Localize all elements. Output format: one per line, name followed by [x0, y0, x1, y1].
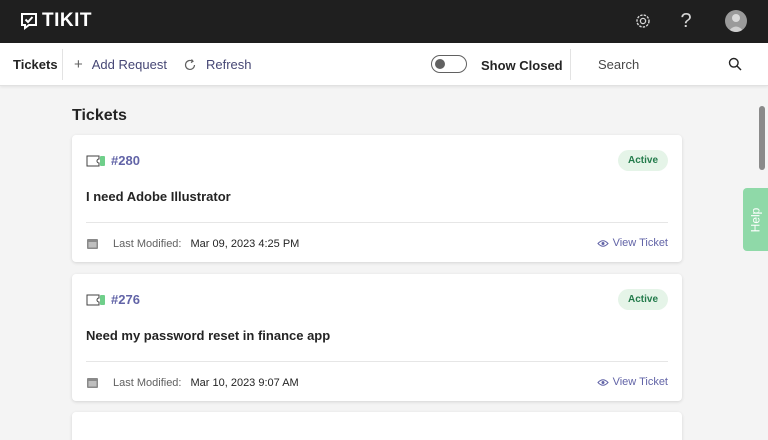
app-logo[interactable]: TIKIT [20, 10, 92, 32]
ticket-card[interactable]: #276 Active Need my password reset in fi… [72, 274, 682, 401]
ticket-header: #276 [86, 292, 140, 307]
ticket-title: I need Adobe Illustrator [86, 189, 231, 204]
search-icon[interactable] [728, 57, 742, 71]
eye-icon [596, 378, 609, 386]
help-tab-label: Help [748, 207, 763, 232]
help-tab[interactable]: Help [743, 188, 768, 251]
status-badge: Active [617, 150, 668, 171]
ticket-header: #280 [86, 153, 140, 168]
refresh-icon [184, 58, 196, 70]
last-modified-label: Last Modified: [113, 237, 182, 250]
ticket-id[interactable]: #280 [111, 153, 140, 168]
last-modified-label: Last Modified: [113, 376, 182, 389]
top-bar: TIKIT ? [0, 0, 768, 43]
status-badge: Active [617, 289, 668, 310]
ticket-card[interactable] [72, 412, 682, 440]
ticket-id[interactable]: #276 [111, 292, 140, 307]
search-input[interactable]: Search [598, 57, 639, 72]
tab-tickets[interactable]: Tickets [13, 57, 58, 72]
last-modified-value: Mar 09, 2023 4:25 PM [190, 237, 300, 250]
divider [570, 49, 571, 80]
plus-icon: + [74, 56, 83, 73]
ticket-icon [86, 155, 105, 166]
last-modified-value: Mar 10, 2023 9:07 AM [190, 376, 299, 389]
ticket-meta: Last Modified: Mar 10, 2023 9:07 AM [86, 376, 299, 389]
page-title: Tickets [72, 107, 127, 124]
refresh-label: Refresh [206, 57, 252, 72]
avatar[interactable] [725, 10, 747, 32]
help-icon[interactable]: ? [675, 10, 697, 32]
view-ticket-label: View Ticket [612, 237, 668, 249]
divider [86, 222, 668, 223]
divider [62, 49, 63, 80]
view-ticket-label: View Ticket [612, 376, 668, 388]
toggle-knob [435, 59, 445, 69]
tikit-logo-icon [21, 13, 37, 30]
eye-icon [596, 239, 609, 247]
app-name: TIKIT [42, 10, 92, 31]
divider [86, 361, 668, 362]
ticket-icon [86, 294, 105, 305]
ticket-title: Need my password reset in finance app [86, 328, 331, 343]
refresh-button[interactable]: Refresh [183, 57, 252, 72]
add-request-label: Add Request [91, 57, 167, 72]
calendar-icon [87, 239, 98, 249]
scrollbar-thumb[interactable] [759, 106, 765, 170]
add-request-button[interactable]: + Add Request [74, 57, 167, 72]
view-ticket-link[interactable]: View Ticket [596, 376, 668, 388]
ticket-meta: Last Modified: Mar 09, 2023 4:25 PM [86, 237, 299, 250]
view-ticket-link[interactable]: View Ticket [596, 237, 668, 249]
command-bar: Tickets + Add Request Refresh [0, 43, 768, 86]
gear-icon[interactable] [632, 10, 654, 32]
show-closed-toggle[interactable] [431, 55, 467, 73]
ticket-card[interactable]: #280 Active I need Adobe Illustrator Las… [72, 135, 682, 262]
calendar-icon [87, 378, 98, 388]
show-closed-label: Show Closed [481, 58, 563, 73]
